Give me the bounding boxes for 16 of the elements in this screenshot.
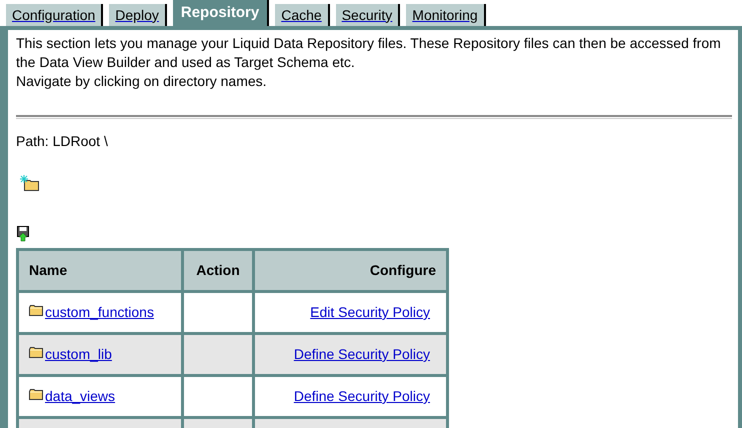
folder-icon xyxy=(29,347,43,358)
description-text: Navigate by clicking on directory names. xyxy=(16,72,268,91)
folder-icon xyxy=(29,305,43,316)
tab[interactable]: Configuration xyxy=(6,4,104,26)
folder-icon xyxy=(29,389,43,400)
new-folder-icon[interactable] xyxy=(20,174,40,192)
description-text: This section lets you manage your Liquid Data Repository files. These Repository files can then be accessed from the Data View Builder and used as Target Schema etc. xyxy=(16,34,722,72)
tab[interactable]: Security xyxy=(336,4,400,26)
column-header: Configure xyxy=(254,250,448,292)
tab[interactable]: Cache xyxy=(275,4,330,26)
column-header: Name xyxy=(18,250,182,292)
tab[interactable]: Deploy xyxy=(109,4,167,26)
tab[interactable]: Repository xyxy=(172,0,270,26)
tab[interactable]: Monitoring xyxy=(406,4,486,26)
path-text: Path: LDRoot \ xyxy=(16,132,109,151)
upload-icon[interactable] xyxy=(17,226,29,242)
